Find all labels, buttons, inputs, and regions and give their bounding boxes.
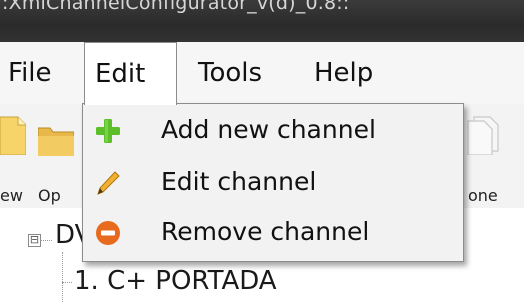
open-button-label[interactable]: Op [38, 186, 61, 205]
clone-button-label[interactable]: one [468, 186, 498, 205]
menu-bar: File Edit Tools Help [0, 42, 524, 105]
clone-document-icon[interactable] [464, 115, 500, 155]
window-title: :XmiChannelConfigurator_v(d)_0.8:: [2, 0, 350, 14]
menu-item-remove-channel[interactable]: Remove channel [83, 209, 463, 259]
new-button-label[interactable]: ew [0, 186, 23, 205]
plus-icon [96, 119, 120, 143]
menu-item-add-new-channel[interactable]: Add new channel [83, 107, 463, 157]
remove-icon [96, 221, 120, 245]
new-document-icon[interactable] [0, 115, 26, 155]
menu-file[interactable]: File [0, 42, 62, 104]
open-folder-icon[interactable] [38, 124, 74, 156]
menu-help[interactable]: Help [304, 42, 383, 104]
tree-connector-vertical [62, 252, 63, 302]
edit-menu-dropdown: Add new channel Edit channel Remove chan… [82, 103, 464, 262]
tree-item-portada[interactable]: 1. C+ PORTADA [74, 266, 277, 296]
menu-edit[interactable]: Edit [84, 42, 177, 105]
pencil-icon [97, 171, 120, 195]
menu-item-label: Edit channel [161, 167, 317, 196]
window-titlebar: :XmiChannelConfigurator_v(d)_0.8:: [0, 0, 524, 42]
menu-item-edit-channel[interactable]: Edit channel [83, 159, 463, 209]
menu-tools[interactable]: Tools [188, 42, 272, 104]
menu-item-label: Remove channel [161, 217, 370, 246]
tree-connector [40, 240, 52, 241]
menu-item-label: Add new channel [161, 115, 376, 144]
tree-connector [62, 282, 72, 283]
